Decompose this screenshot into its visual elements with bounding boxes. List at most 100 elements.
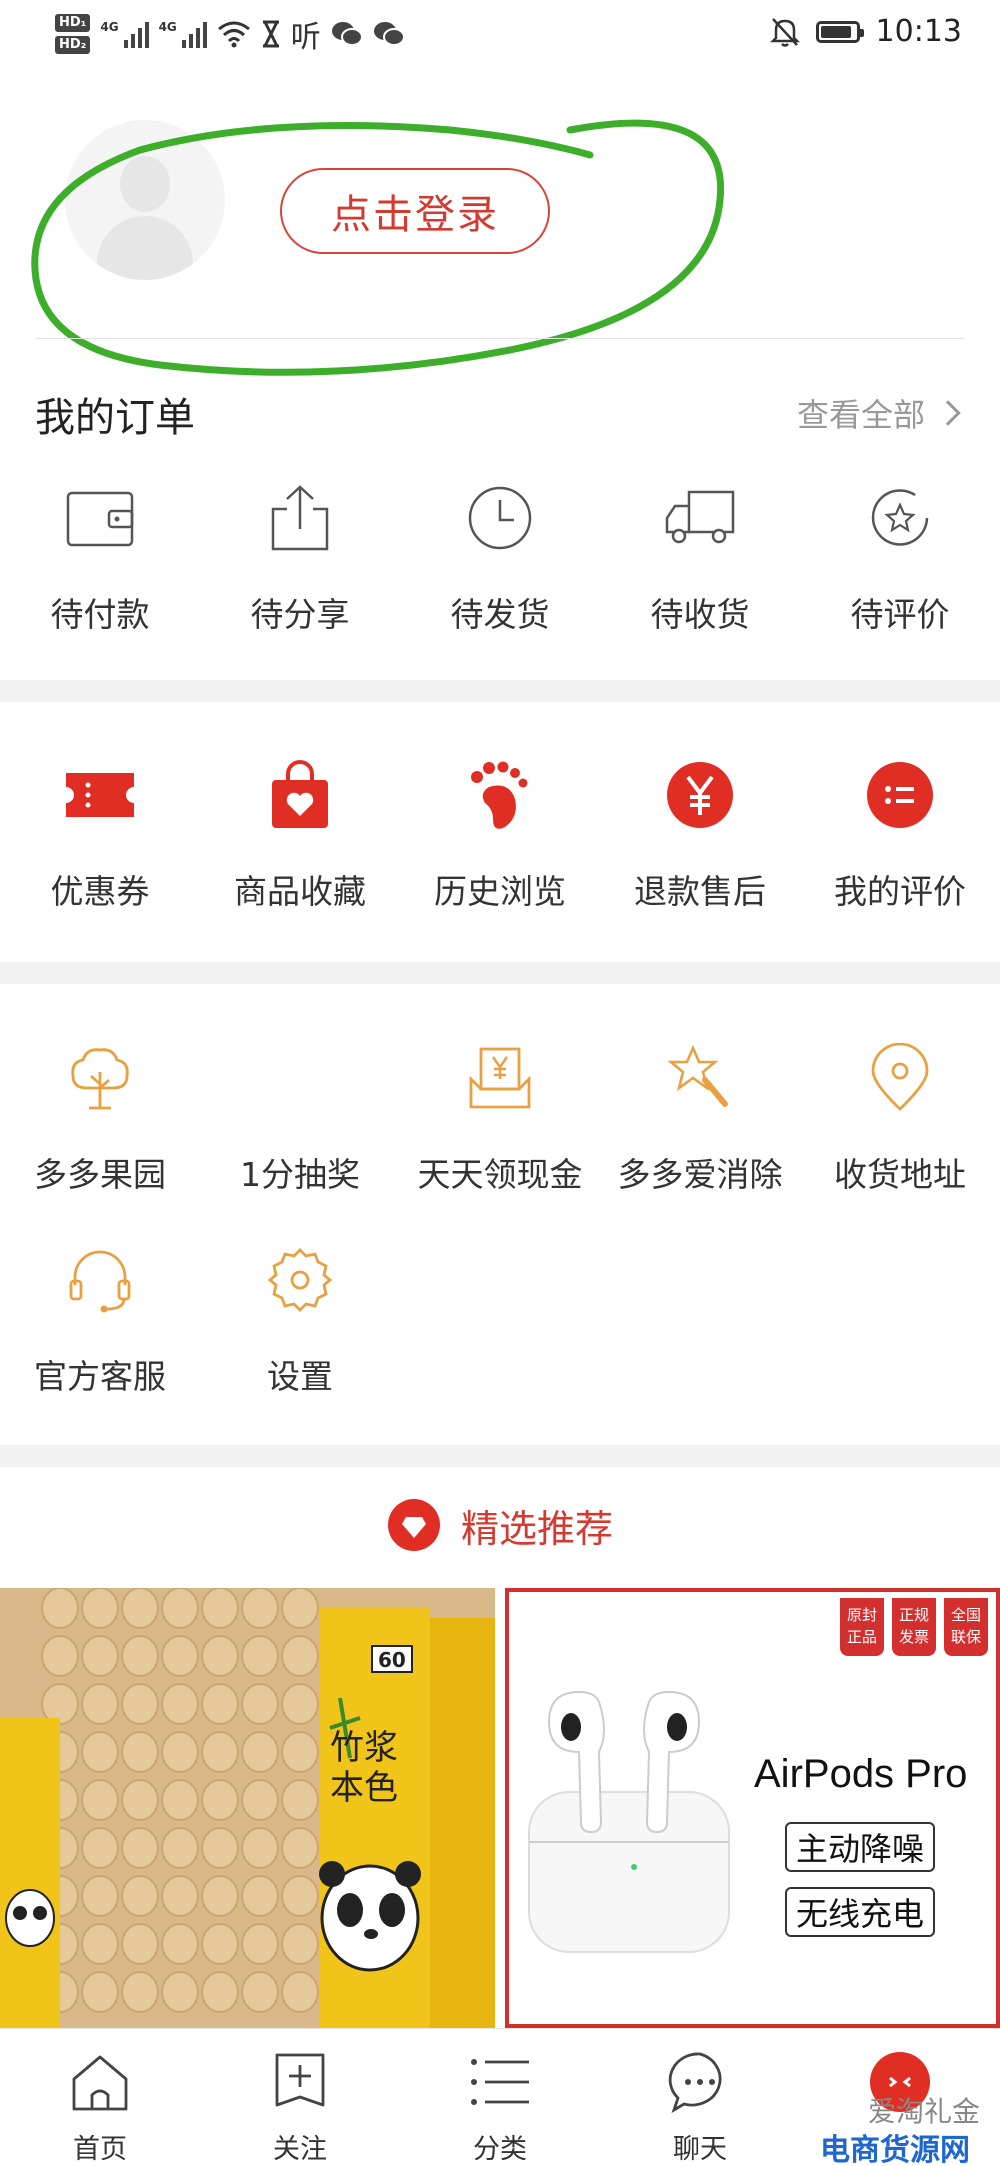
- hd-indicator: HD₁ HD₂: [55, 14, 91, 54]
- paper-roll: [121, 1635, 159, 1677]
- chevron-right-icon: [935, 400, 961, 426]
- paper-roll: [241, 1923, 279, 1965]
- wifi-icon: [217, 21, 250, 48]
- product-card-tissue[interactable]: 竹浆本色 60: [0, 1588, 495, 2028]
- asset-label: 优惠券: [50, 872, 150, 911]
- paper-roll: [281, 1875, 319, 1917]
- login-button[interactable]: 点击登录: [280, 168, 550, 254]
- customer-service-entry[interactable]: 官方客服: [0, 1240, 200, 1398]
- tab-chat[interactable]: 聊天: [600, 2029, 800, 2166]
- yen-icon: [660, 755, 740, 835]
- tab-category[interactable]: 分类: [400, 2029, 600, 2166]
- battery-icon: [815, 20, 864, 43]
- status-right: 10:13: [769, 14, 962, 49]
- tab-follow[interactable]: 关注: [200, 2029, 400, 2166]
- airpods-tag-wireless: 无线充电: [785, 1887, 935, 1937]
- watermark-text: 爱淘礼金: [867, 2095, 980, 2128]
- order-pending-receive[interactable]: 待收货: [600, 478, 800, 636]
- refund-entry[interactable]: 退款售后: [600, 755, 800, 913]
- paper-roll: [281, 1827, 319, 1869]
- cash-icon: [460, 1038, 540, 1118]
- asset-label: 历史浏览: [434, 872, 566, 911]
- elimination-game-entry[interactable]: 多多爱消除: [600, 1038, 800, 1196]
- paper-roll: [201, 1827, 239, 1869]
- paper-roll: [41, 1635, 79, 1677]
- diamond-heart-icon: [387, 1499, 440, 1551]
- airpods-tag-anc: 主动降噪: [785, 1822, 935, 1872]
- order-label: 待评价: [850, 595, 950, 634]
- settings-entry[interactable]: 设置: [200, 1240, 400, 1398]
- order-pending-ship[interactable]: 待发货: [400, 478, 600, 636]
- services-grid-row2: 官方客服 设置: [0, 1240, 1000, 1398]
- status-left: HD₁ HD₂ 4G 4G 听: [55, 12, 405, 56]
- badge-invoice: 正规发票: [892, 1598, 936, 1656]
- hourglass-icon: [262, 20, 279, 48]
- paper-roll: [201, 1875, 239, 1917]
- address-entry[interactable]: 收货地址: [800, 1038, 1000, 1196]
- paper-roll: [121, 1971, 159, 2013]
- wand-star-icon: [660, 1038, 740, 1118]
- tab-label: 分类: [473, 2134, 527, 2165]
- product-card-airpods[interactable]: 原封正品 正规发票 全国联保 AirPods Pro 主动降噪 无线充电: [505, 1588, 1000, 2028]
- footprint-icon: [460, 755, 540, 835]
- my-reviews-entry[interactable]: 我的评价: [800, 755, 1000, 913]
- order-pending-payment[interactable]: 待付款: [0, 478, 200, 636]
- order-label: 待收货: [650, 595, 750, 634]
- clock-icon: [460, 478, 540, 558]
- order-pending-review[interactable]: 待评价: [800, 478, 1000, 636]
- paper-roll: [81, 1923, 119, 1965]
- asset-label: 我的评价: [834, 872, 966, 911]
- paper-roll: [81, 1779, 119, 1821]
- service-label: 多多果园: [34, 1155, 166, 1194]
- badge-row: 原封正品 正规发票 全国联保: [840, 1598, 988, 1656]
- paper-roll: [281, 1971, 319, 2013]
- view-all-link[interactable]: 查看全部: [797, 390, 965, 436]
- paper-roll: [201, 1971, 239, 2013]
- paper-roll: [201, 1683, 239, 1725]
- service-label: 1分抽奖: [240, 1155, 360, 1194]
- asset-label: 商品收藏: [234, 872, 366, 911]
- paper-roll: [281, 1588, 319, 1629]
- tab-home[interactable]: 首页: [0, 2029, 200, 2166]
- order-pending-share[interactable]: 待分享: [200, 478, 400, 636]
- favorites-entry[interactable]: 商品收藏: [200, 755, 400, 913]
- truck-icon: [660, 478, 740, 558]
- service-label: 天天领现金: [417, 1155, 583, 1194]
- listen-icon: 听: [290, 20, 321, 55]
- orders-title: 我的订单: [35, 395, 195, 441]
- service-label: 官方客服: [34, 1357, 166, 1396]
- tissue-brand-text: 竹浆本色: [330, 1728, 398, 1808]
- plus-box-icon: [265, 2047, 335, 2117]
- view-all-label: 查看全部: [796, 396, 925, 434]
- avatar[interactable]: [65, 120, 225, 280]
- tissue-product-image: [0, 1588, 495, 2028]
- paper-roll: [161, 1779, 199, 1821]
- profile-header: 点击登录: [0, 70, 1000, 376]
- watermark-site: 电商货源网: [820, 2133, 970, 2166]
- list-icon: [465, 2047, 535, 2117]
- recommend-title: 精选推荐: [460, 1506, 613, 1551]
- orchard-entry[interactable]: 多多果园: [0, 1038, 200, 1196]
- paper-roll: [121, 1827, 159, 1869]
- paper-roll: [81, 1683, 119, 1725]
- paper-roll: [161, 1827, 199, 1869]
- lottery-entry[interactable]: 1分抽奖: [200, 1038, 400, 1196]
- order-label: 待付款: [50, 595, 150, 634]
- paper-roll: [241, 1779, 279, 1821]
- coupons-entry[interactable]: 优惠券: [0, 755, 200, 913]
- paper-roll: [281, 1923, 319, 1965]
- history-entry[interactable]: 历史浏览: [400, 755, 600, 913]
- lottery-icon-placeholder: [260, 1038, 340, 1118]
- signal-icon: 4G: [100, 20, 149, 48]
- clock-time: 10:13: [875, 14, 962, 49]
- share-icon: [260, 478, 340, 558]
- paper-roll: [161, 1875, 199, 1917]
- paper-roll: [161, 1731, 199, 1773]
- paper-roll: [121, 1779, 159, 1821]
- tissue-count: 60: [378, 1648, 406, 1672]
- heart-bag-icon: [260, 755, 340, 835]
- paper-roll: [281, 1731, 319, 1773]
- daily-cash-entry[interactable]: 天天领现金: [400, 1038, 600, 1196]
- paper-roll: [201, 1923, 239, 1965]
- asset-label: 退款售后: [634, 872, 766, 911]
